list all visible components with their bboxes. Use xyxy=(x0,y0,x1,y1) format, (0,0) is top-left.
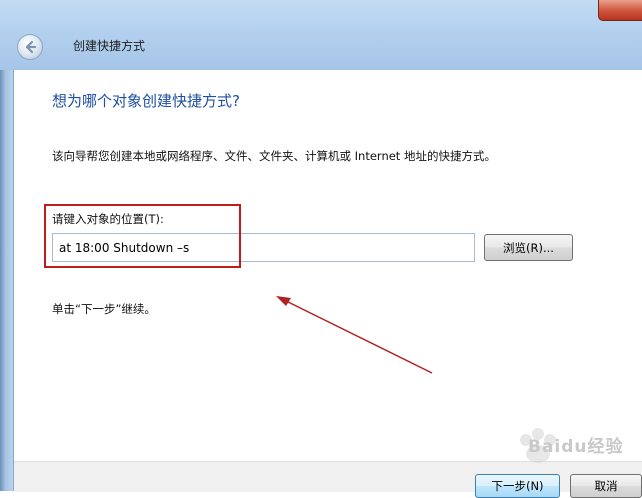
next-button[interactable]: 下一步(N) xyxy=(475,474,560,498)
watermark-text: Baidu经验 xyxy=(528,437,624,457)
cancel-button[interactable]: 取消 xyxy=(570,474,642,498)
annotation-arrow xyxy=(276,296,433,374)
